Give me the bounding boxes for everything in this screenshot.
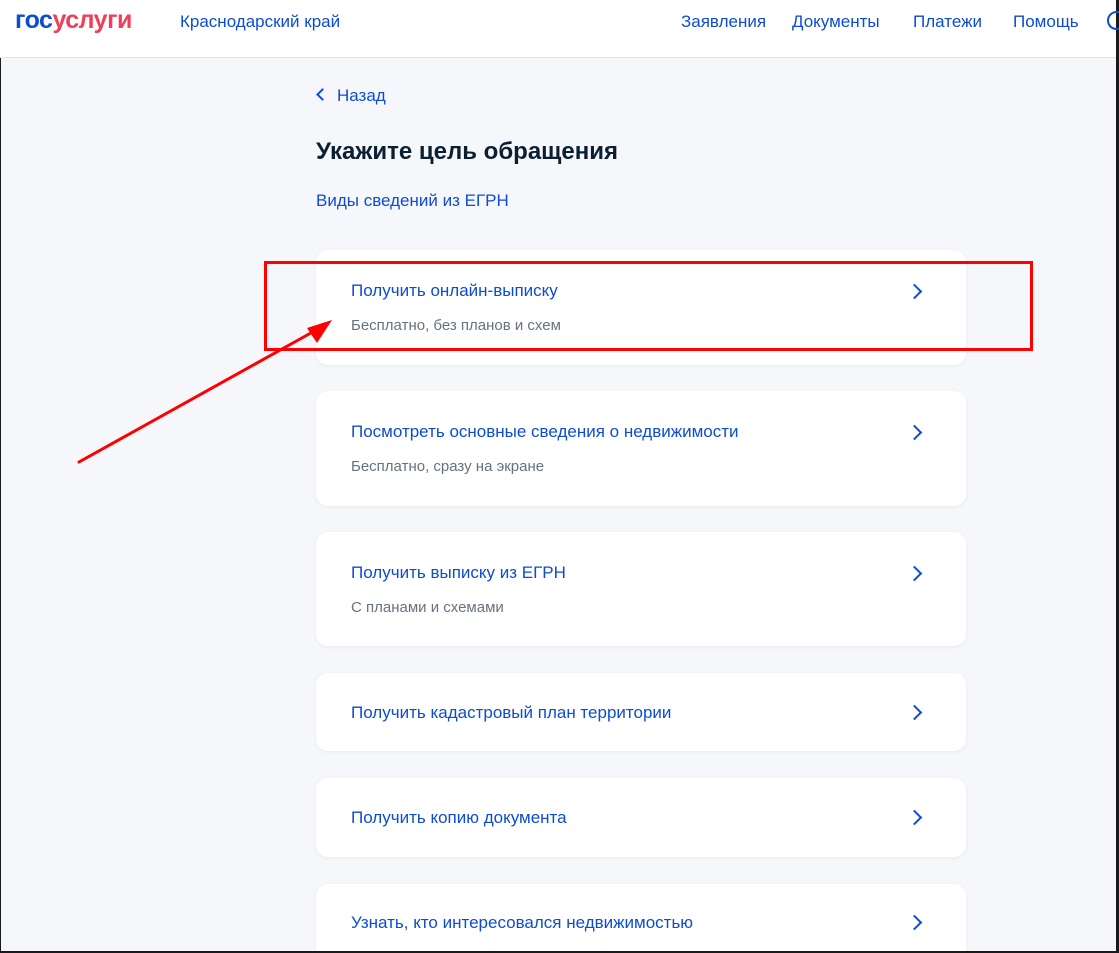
nav-help[interactable]: Помощь (1013, 12, 1079, 32)
option-title: Получить онлайн-выписку (351, 281, 558, 300)
chevron-right-icon (906, 424, 923, 441)
option-title: Узнать, кто интересовался недвижимостью (351, 913, 694, 932)
nav-documents[interactable]: Документы (792, 12, 880, 32)
option-card-basic-info[interactable]: Посмотреть основные сведения о недвижимо… (316, 391, 966, 506)
site-header: госуслуги Краснодарский край Заявления Д… (0, 0, 1119, 58)
nav-applications[interactable]: Заявления (681, 12, 766, 32)
option-card-cadastral-plan[interactable]: Получить кадастровый план территории (316, 673, 966, 751)
chevron-left-icon (316, 88, 329, 101)
option-card-online-extract[interactable]: Получить онлайн-выписку Бесплатно, без п… (316, 250, 966, 365)
option-description: Бесплатно, сразу на экране (351, 458, 545, 475)
region-selector[interactable]: Краснодарский край (180, 12, 340, 32)
option-card-egrn-extract[interactable]: Получить выписку из ЕГРН С планами и схе… (316, 532, 966, 646)
option-title: Посмотреть основные сведения о недвижимо… (351, 422, 739, 441)
chevron-right-icon (906, 565, 923, 582)
page-title: Укажите цель обращения (316, 138, 619, 165)
option-title: Получить кадастровый план территории (351, 703, 672, 722)
back-link[interactable]: Назад (316, 86, 386, 106)
egrn-info-types-link[interactable]: Виды сведений из ЕГРН (316, 191, 509, 211)
search-icon[interactable] (1107, 10, 1119, 32)
option-description: С планами и схемами (351, 599, 504, 616)
chevron-right-icon (906, 809, 923, 826)
chevron-right-icon (906, 283, 923, 300)
nav-payments[interactable]: Платежи (913, 12, 982, 32)
option-description: Бесплатно, без планов и схем (351, 317, 561, 334)
chevron-right-icon (906, 704, 923, 721)
option-title: Получить копию документа (351, 808, 567, 827)
gosuslugi-logo[interactable]: госуслуги (15, 6, 132, 35)
chevron-right-icon (906, 914, 923, 931)
option-title: Получить выписку из ЕГРН (351, 563, 566, 582)
option-card-document-copy[interactable]: Получить копию документа (316, 778, 966, 857)
option-card-interest-history[interactable]: Узнать, кто интересовался недвижимостью (316, 884, 966, 951)
